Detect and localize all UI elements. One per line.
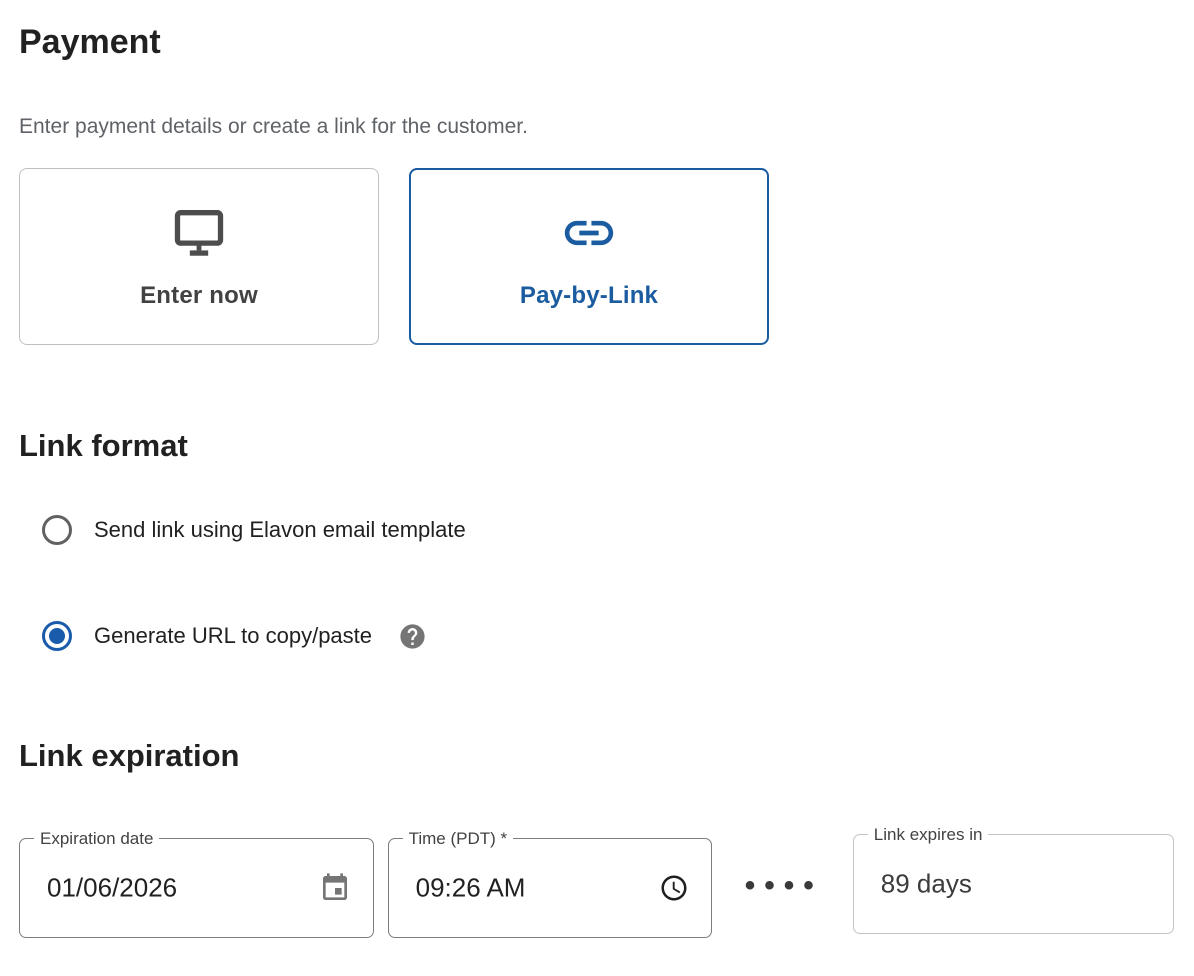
link-icon: [558, 204, 620, 262]
link-expires-in-field: Link expires in 89 days: [853, 834, 1174, 934]
help-icon[interactable]: [398, 622, 427, 651]
payment-method-selector: Enter now Pay-by-Link: [19, 168, 1174, 345]
dots-separator: ••••: [745, 838, 823, 934]
radio-selected-icon[interactable]: [42, 621, 72, 651]
expiration-date-label: Expiration date: [34, 829, 159, 849]
expiration-date-value[interactable]: 01/06/2026: [47, 873, 177, 904]
radio-option-generate-url-label: Generate URL to copy/paste: [94, 623, 372, 649]
time-label: Time (PDT) *: [403, 829, 514, 849]
link-expiration-heading: Link expiration: [19, 737, 1174, 775]
link-expires-in-label: Link expires in: [868, 825, 989, 845]
radio-option-email-template[interactable]: Send link using Elavon email template: [42, 515, 1174, 545]
page-title: Payment: [19, 22, 1174, 62]
calendar-icon[interactable]: [319, 872, 351, 904]
clock-icon[interactable]: [659, 873, 689, 903]
link-expiration-fields: Expiration date 01/06/2026 Time (PDT) * …: [19, 838, 1174, 938]
pay-by-link-card[interactable]: Pay-by-Link: [409, 168, 769, 345]
radio-option-generate-url[interactable]: Generate URL to copy/paste: [42, 621, 1174, 651]
payment-page: Payment Enter payment details or create …: [0, 0, 1194, 938]
radio-option-email-template-label: Send link using Elavon email template: [94, 517, 466, 543]
expiration-date-field[interactable]: Expiration date 01/06/2026: [19, 838, 374, 938]
page-subtitle: Enter payment details or create a link f…: [19, 114, 1174, 140]
enter-now-card[interactable]: Enter now: [19, 168, 379, 345]
radio-unselected-icon[interactable]: [42, 515, 72, 545]
time-field[interactable]: Time (PDT) * 09:26 AM: [388, 838, 712, 938]
link-format-heading: Link format: [19, 427, 1174, 465]
enter-now-label: Enter now: [140, 282, 258, 310]
monitor-icon: [170, 204, 228, 262]
link-expires-in-value: 89 days: [881, 869, 972, 900]
pay-by-link-label: Pay-by-Link: [520, 282, 658, 310]
time-value[interactable]: 09:26 AM: [416, 873, 526, 904]
